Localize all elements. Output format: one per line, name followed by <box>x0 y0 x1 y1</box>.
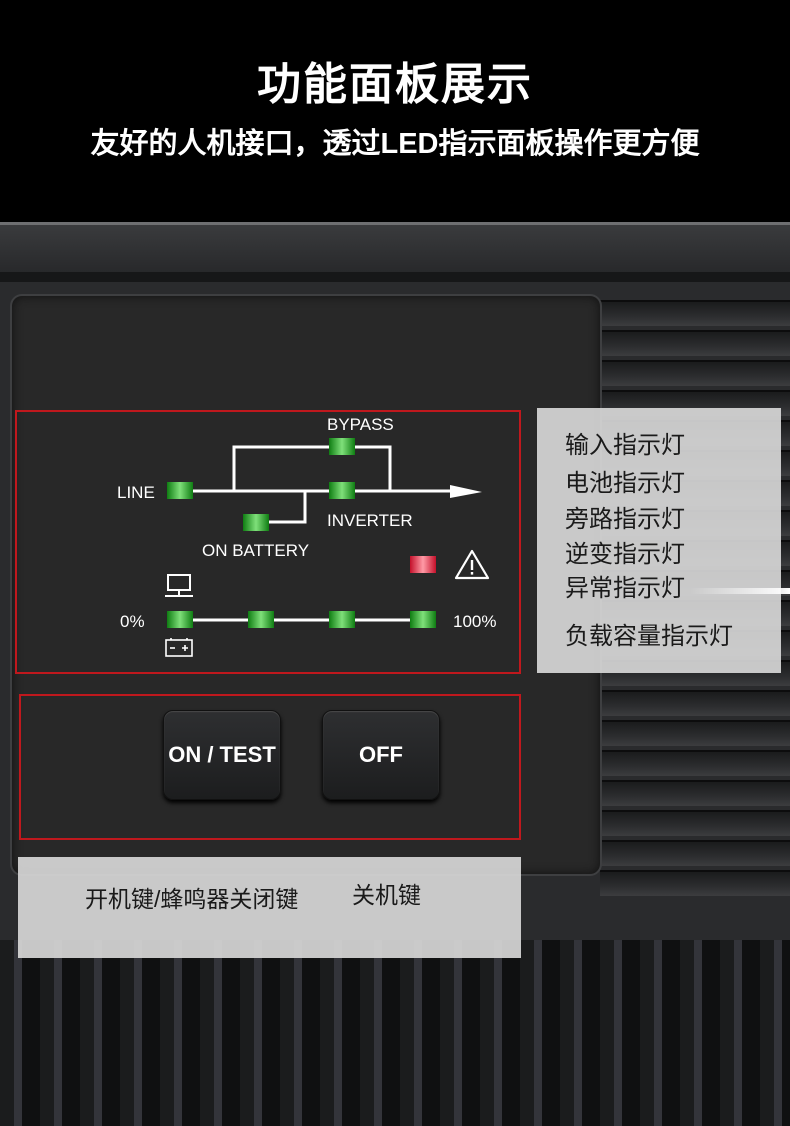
indicator-label-bypass: 旁路指示灯 <box>565 506 685 533</box>
vent-slat <box>600 690 790 716</box>
device-top-edge <box>0 272 790 282</box>
vent-slat <box>600 360 790 386</box>
vent-slat <box>600 330 790 356</box>
vent-slat <box>600 780 790 806</box>
on-battery-label: ON BATTERY <box>202 541 310 560</box>
load-min-label: 0% <box>120 612 145 631</box>
page-title: 功能面板展示 <box>257 60 533 109</box>
vent-slat <box>600 810 790 836</box>
indicator-label-inverter: 逆变指示灯 <box>565 541 685 568</box>
line-label: LINE <box>117 483 155 502</box>
page-subtitle: 友好的人机接口，透过LED指示面板操作更方便 <box>90 128 700 160</box>
off-key-label: 关机键 <box>352 882 421 908</box>
load-max-label: 100% <box>453 612 497 631</box>
on-test-button[interactable]: ON / TEST <box>163 710 281 800</box>
page: 功能面板展示 友好的人机接口，透过LED指示面板操作更方便 BYPASS LIN… <box>0 0 790 1126</box>
reflection-glare <box>690 588 790 594</box>
inverter-label: INVERTER <box>327 511 413 530</box>
bottom-grill <box>0 940 790 1126</box>
indicator-label-input: 输入指示灯 <box>565 432 685 459</box>
bypass-label: BYPASS <box>327 415 394 434</box>
vent-slat <box>600 750 790 776</box>
indicator-label-fault: 异常指示灯 <box>565 575 685 602</box>
vent-slat <box>600 720 790 746</box>
indicator-label-load: 负载容量指示灯 <box>565 623 733 650</box>
vent-slat <box>600 300 790 326</box>
on-key-label: 开机键/蜂鸣器关闭键 <box>85 886 299 912</box>
off-button[interactable]: OFF <box>322 710 440 800</box>
vent-slat <box>600 870 790 896</box>
indicator-label-battery: 电池指示灯 <box>565 470 685 497</box>
device-top-strip <box>0 225 790 277</box>
vent-slat <box>600 840 790 866</box>
